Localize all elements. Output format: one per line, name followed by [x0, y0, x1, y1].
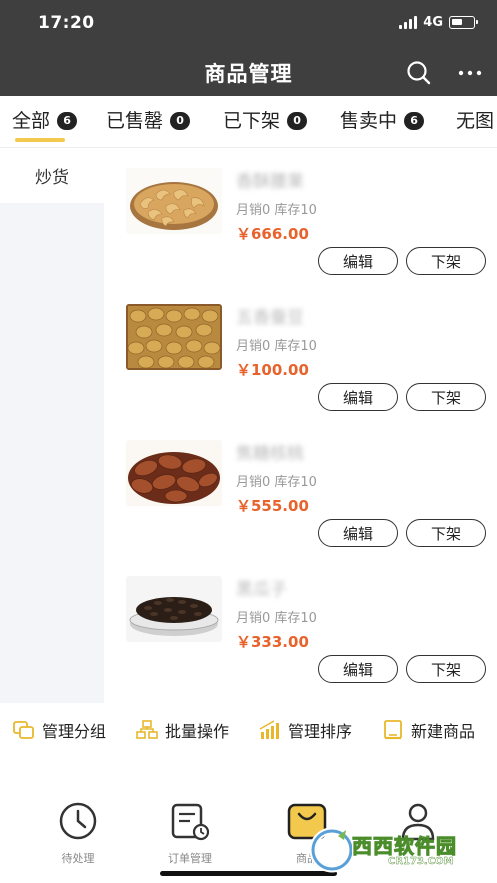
action-label: 管理分组: [42, 722, 107, 741]
product-stats: 月销0 库存10: [236, 339, 317, 354]
product-item: 黑瓜子 月销0 库存10 ￥333.00 编辑 下架: [104, 561, 497, 697]
bottom-tab-pending[interactable]: 待处理: [33, 802, 123, 865]
delist-button[interactable]: 下架: [406, 383, 486, 411]
watermark: 西西软件园 CR173.COM: [308, 826, 478, 878]
edit-button[interactable]: 编辑: [318, 383, 398, 411]
tab-label: 无图: [456, 110, 495, 132]
active-tab-indicator: [15, 138, 65, 142]
battery-icon: [449, 16, 478, 29]
tab-label: 已售罄: [106, 110, 164, 132]
clock-icon: [59, 802, 97, 840]
product-name: 焦糖核桃: [236, 444, 304, 464]
tab-on-sale[interactable]: 售卖中 6: [340, 109, 425, 147]
batch-icon: [136, 720, 158, 739]
action-label: 批量操作: [165, 722, 230, 741]
nav-bar: 商品管理: [0, 48, 497, 96]
delist-button[interactable]: 下架: [406, 247, 486, 275]
product-stats: 月销0 库存10: [236, 611, 317, 626]
action-label: 管理排序: [288, 722, 353, 741]
sort-icon: [259, 720, 279, 739]
sidebar-item-chaohuo[interactable]: 炒货: [0, 148, 104, 203]
manage-groups-button[interactable]: 管理分组: [12, 717, 106, 743]
product-image[interactable]: [126, 304, 222, 370]
product-item: 香酥腰果 月销0 库存10 ￥666.00 编辑 下架: [104, 153, 497, 289]
action-bar: 管理分组 批量操作 管理排序 新建商品: [0, 703, 497, 755]
tab-count-badge: 0: [287, 112, 308, 130]
new-product-icon: [384, 720, 402, 740]
product-stats: 月销0 库存10: [236, 475, 317, 490]
tab-label: 售卖中: [340, 110, 398, 132]
bottom-tab-label: 订单管理: [168, 852, 212, 865]
status-tabs: 全部 6 已售罄 0 已下架 0 售卖中 6 无图: [0, 96, 497, 148]
tab-label: 已下架: [223, 110, 281, 132]
product-price: ￥100.00: [236, 361, 309, 379]
status-indicators: 4G: [399, 15, 478, 30]
signal-icon: [399, 16, 418, 29]
watermark-text: 西西软件园: [352, 834, 457, 859]
network-label: 4G: [423, 15, 443, 30]
tab-count-badge: 0: [170, 112, 191, 130]
edit-button[interactable]: 编辑: [318, 655, 398, 683]
batch-operation-button[interactable]: 批量操作: [135, 717, 229, 743]
action-label: 新建商品: [411, 722, 476, 741]
tab-sold-out[interactable]: 已售罄 0: [106, 109, 191, 147]
watermark-logo-icon: [309, 827, 352, 873]
product-image[interactable]: [126, 576, 222, 642]
new-product-button[interactable]: 新建商品: [381, 717, 475, 743]
watermark-subtext: CR173.COM: [388, 856, 454, 867]
status-time: 17:20: [38, 13, 95, 33]
bottom-tab-orders[interactable]: 订单管理: [145, 802, 235, 865]
product-item: 五香蚕豆 月销0 库存10 ￥100.00 编辑 下架: [104, 289, 497, 425]
delist-button[interactable]: 下架: [406, 519, 486, 547]
product-image[interactable]: [126, 440, 222, 506]
delist-button[interactable]: 下架: [406, 655, 486, 683]
product-price: ￥333.00: [236, 633, 309, 651]
status-bar: 17:20 4G: [0, 0, 497, 48]
bottom-tab-label: 待处理: [61, 852, 95, 865]
edit-button[interactable]: 编辑: [318, 247, 398, 275]
more-icon[interactable]: [456, 59, 484, 87]
product-name: 五香蚕豆: [236, 308, 304, 328]
product-stats: 月销0 库存10: [236, 203, 317, 218]
tab-count-badge: 6: [57, 112, 78, 130]
product-name: 香酥腰果: [236, 172, 304, 192]
group-icon: [13, 721, 34, 739]
product-price: ￥666.00: [236, 225, 309, 243]
manage-sort-button[interactable]: 管理排序: [258, 717, 352, 743]
product-item: 焦糖核桃 月销0 库存10 ￥555.00 编辑 下架: [104, 425, 497, 561]
tab-delisted[interactable]: 已下架 0: [223, 109, 308, 147]
product-price: ￥555.00: [236, 497, 309, 515]
search-icon[interactable]: [405, 59, 433, 87]
product-image[interactable]: [126, 168, 222, 234]
category-sidebar: 炒货: [0, 148, 104, 703]
tab-no-image[interactable]: 无图: [456, 109, 494, 147]
edit-button[interactable]: 编辑: [318, 519, 398, 547]
order-icon: [171, 803, 210, 841]
product-name: 黑瓜子: [236, 580, 287, 600]
tab-label: 全部: [12, 110, 51, 132]
tab-count-badge: 6: [404, 112, 425, 130]
